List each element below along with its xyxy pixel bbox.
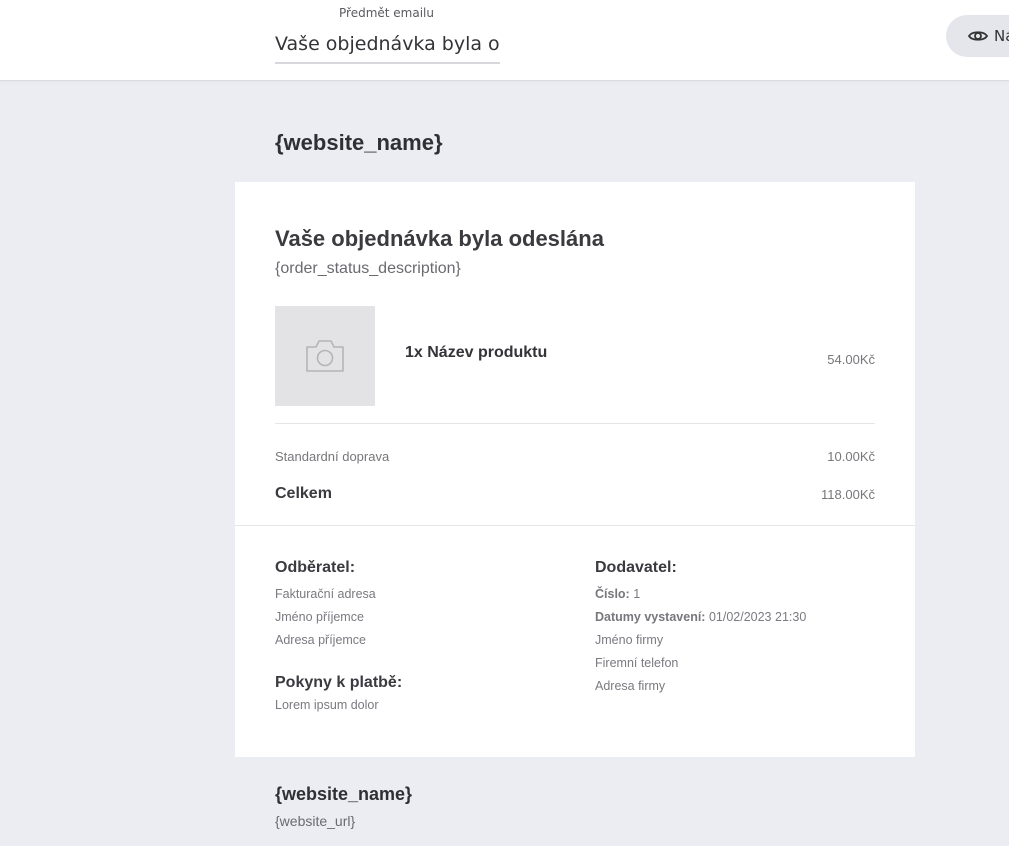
customer-recipient-address: Adresa příjemce: [275, 633, 367, 647]
supplier-date-label: Datumy vystavení:: [595, 610, 706, 624]
footer-url: {website_url}: [275, 813, 356, 829]
product-image: [275, 306, 375, 406]
total-price: 118.00Kč: [821, 487, 875, 502]
supplier-number-label: Číslo:: [595, 587, 630, 601]
order-description: {order_status_description}: [275, 260, 461, 277]
supplier-date: Datumy vystavení: 01/02/2023 21:30: [595, 606, 806, 629]
supplier-company-phone: Firemní telefon: [595, 656, 679, 670]
subject-input[interactable]: [275, 26, 500, 64]
shipping-label: Standardní doprava: [275, 449, 390, 464]
supplier-company-address: Adresa firmy: [595, 679, 666, 693]
camera-icon: [306, 340, 344, 372]
divider: [235, 525, 915, 526]
header-brand: {website_name}: [275, 130, 443, 155]
email-card: Vaše objednávka byla odeslána {order_sta…: [235, 182, 915, 757]
product-name: 1x Název produktu: [405, 344, 548, 361]
subject-label: Předmět emailu: [339, 6, 434, 20]
preview-button[interactable]: Náhled: [946, 15, 1009, 57]
shipping-price: 10.00Kč: [827, 449, 875, 464]
supplier-heading: Dodavatel:: [595, 559, 677, 576]
supplier-section: Dodavatel: Číslo: 1 Datumy vystavení: 01…: [595, 559, 806, 698]
preview-button-label: Náhled: [994, 27, 1009, 45]
payment-text: Lorem ipsum dolor: [275, 698, 379, 712]
customer-section: Odběratel: Fakturační adresa Jméno příje…: [275, 559, 376, 652]
footer-brand: {website_name}: [275, 784, 413, 804]
supplier-number-value: 1: [633, 587, 641, 601]
payment-heading: Pokyny k platbě:: [275, 674, 403, 691]
customer-billing-address: Fakturační adresa: [275, 587, 376, 601]
top-bar: Předmět emailu Náhled: [0, 0, 1009, 81]
eye-icon: [968, 31, 988, 41]
total-label: Celkem: [275, 485, 332, 502]
supplier-date-value: 01/02/2023 21:30: [708, 610, 807, 624]
customer-heading: Odběratel:: [275, 559, 356, 576]
supplier-company-name: Jméno firmy: [595, 633, 664, 647]
divider: [275, 423, 875, 424]
product-price: 54.00Kč: [827, 352, 875, 367]
customer-recipient-name: Jméno příjemce: [275, 610, 364, 624]
supplier-number: Číslo: 1: [595, 583, 806, 606]
order-title: Vaše objednávka byla odeslána: [275, 226, 604, 251]
